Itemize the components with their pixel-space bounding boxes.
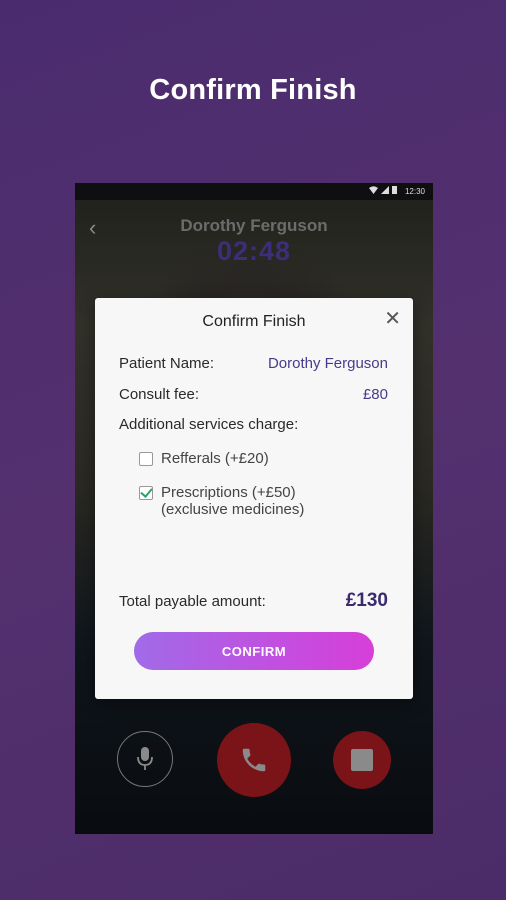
fee-label: Consult fee: bbox=[119, 386, 200, 403]
call-timer: 02:48 bbox=[216, 236, 292, 266]
patient-label: Patient Name: bbox=[119, 355, 215, 372]
status-bar: 12:30 bbox=[75, 183, 433, 200]
mute-button[interactable] bbox=[117, 731, 173, 787]
patient-value: Dorothy Ferguson bbox=[267, 355, 388, 372]
additional-row: Additional services charge: bbox=[119, 416, 388, 433]
prescriptions-checkbox[interactable] bbox=[139, 486, 153, 500]
stop-icon bbox=[351, 749, 373, 771]
stop-video-button[interactable] bbox=[333, 731, 391, 789]
battery-icon bbox=[392, 186, 397, 194]
referrals-checkbox[interactable] bbox=[139, 452, 153, 466]
end-call-button[interactable] bbox=[217, 723, 291, 797]
status-time: 12:30 bbox=[404, 187, 425, 196]
prescriptions-option[interactable]: Prescriptions (+£50) (exclusive medicine… bbox=[139, 484, 304, 518]
signal-icon bbox=[381, 186, 389, 194]
caller-name: Dorothy Ferguson bbox=[180, 216, 328, 235]
additional-label: Additional services charge: bbox=[119, 416, 299, 433]
total-label: Total payable amount: bbox=[119, 592, 266, 610]
prescriptions-label: Prescriptions (+£50) bbox=[161, 484, 296, 501]
prescriptions-label-group: Prescriptions (+£50) (exclusive medicine… bbox=[161, 484, 304, 518]
microphone-icon bbox=[137, 747, 153, 770]
wifi-icon bbox=[369, 186, 378, 194]
patient-row: Patient Name: Dorothy Ferguson bbox=[119, 355, 388, 372]
prescriptions-sublabel: (exclusive medicines) bbox=[161, 501, 305, 518]
status-icons bbox=[369, 186, 397, 194]
fee-value: £80 bbox=[362, 386, 388, 403]
referrals-option[interactable]: Refferals (+£20) bbox=[139, 450, 269, 467]
promo-title: Confirm Finish bbox=[149, 74, 357, 106]
referrals-label: Refferals (+£20) bbox=[161, 450, 269, 467]
confirm-finish-dialog: Confirm Finish ✕ Patient Name: Dorothy F… bbox=[95, 298, 413, 699]
total-row: Total payable amount: £130 bbox=[119, 590, 388, 612]
close-icon[interactable]: ✕ bbox=[384, 306, 401, 331]
dialog-title: Confirm Finish bbox=[202, 313, 306, 330]
fee-row: Consult fee: £80 bbox=[119, 386, 388, 403]
confirm-button[interactable]: CONFIRM bbox=[134, 632, 374, 670]
phone-icon bbox=[242, 748, 266, 772]
total-value: £130 bbox=[345, 590, 388, 611]
